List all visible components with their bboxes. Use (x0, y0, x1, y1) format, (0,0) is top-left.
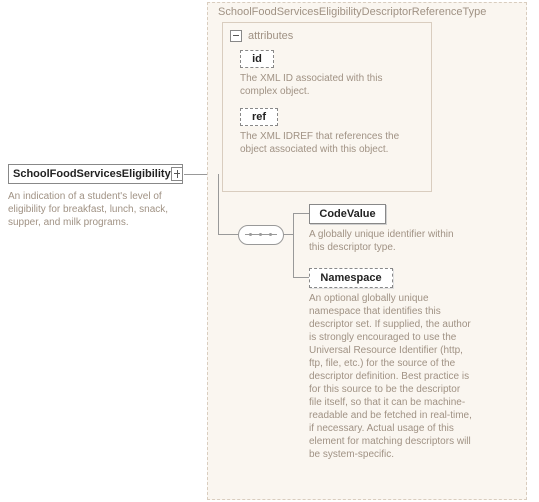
attributes-label: attributes (248, 30, 293, 42)
code-value-element[interactable]: CodeValue (309, 204, 386, 224)
namespace-description: An optional globally unique namespace th… (309, 292, 474, 461)
group-title: SchoolFoodServicesEligibilityDescriptorR… (218, 6, 486, 18)
attribute-id[interactable]: id (240, 50, 274, 68)
attributes-box (222, 22, 432, 192)
attribute-ref[interactable]: ref (240, 108, 278, 126)
connector-line (293, 213, 294, 278)
sequence-connector (238, 225, 284, 245)
root-label: SchoolFoodServicesEligibility (13, 168, 171, 180)
root-description: An indication of a student's level of el… (8, 190, 188, 229)
connector-line (218, 234, 238, 235)
expand-icon[interactable] (171, 167, 183, 181)
namespace-label: Namespace (320, 272, 381, 284)
root-element[interactable]: SchoolFoodServicesEligibility (8, 164, 183, 184)
connector-line (283, 234, 293, 235)
attribute-id-label: id (252, 53, 262, 65)
namespace-element[interactable]: Namespace (309, 268, 393, 288)
code-value-description: A globally unique identifier within this… (309, 228, 469, 254)
attribute-id-description: The XML ID associated with this complex … (240, 72, 410, 98)
connector-line (293, 277, 309, 278)
attributes-header[interactable]: attributes (230, 30, 293, 42)
connector-line (293, 213, 309, 214)
code-value-label: CodeValue (319, 208, 375, 220)
collapse-icon[interactable] (230, 30, 242, 42)
attribute-ref-description: The XML IDREF that references the object… (240, 130, 410, 156)
attribute-ref-label: ref (252, 111, 266, 123)
connector-line (218, 174, 219, 234)
connector-line (184, 174, 207, 175)
